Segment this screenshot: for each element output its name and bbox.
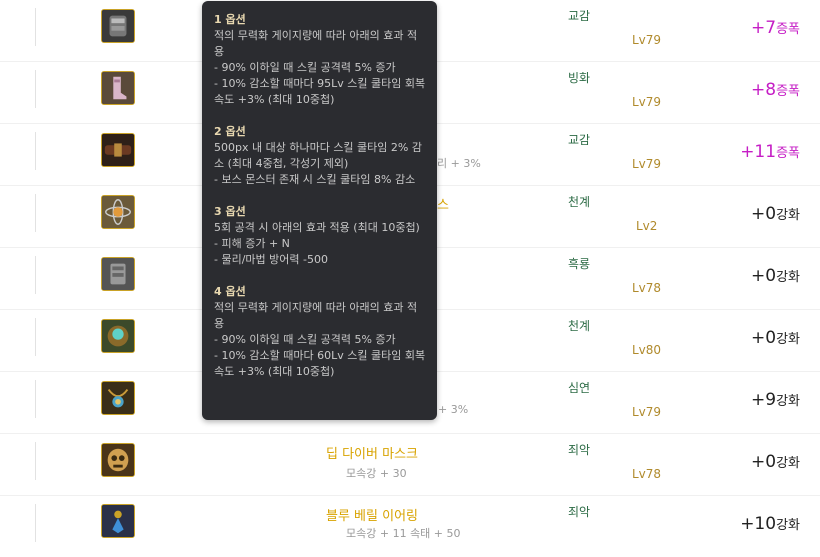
amplify-level: +11증폭 [740,142,800,162]
row-divider [35,380,36,418]
amplify-level: +8증폭 [751,80,800,100]
item-level: Lv79 [632,405,662,419]
item-level: Lv78 [632,281,662,295]
gem-necklace-icon[interactable] [101,381,135,415]
row-divider [35,194,36,232]
gem-bracelet-icon[interactable] [101,319,135,353]
amplify-level: +7증폭 [751,18,800,38]
row-divider [35,442,36,480]
item-level: Lv80 [632,343,662,357]
equipment-row[interactable]: 죄악 Lv78 +0강화 딥 다이버 마스크모속강 + 30 [0,434,820,495]
item-name[interactable]: 블루 베릴 이어링 [326,505,418,524]
row-divider [35,8,36,46]
reinforce-level: +0강화 [751,452,800,472]
enhance-unit: 증폭 [776,146,800,161]
option-title: 2 옵션 [214,125,246,138]
item-stat-partial: 스 [437,198,449,213]
row-divider [35,318,36,356]
item-stat: 모속강 + 11 속태 + 50 [346,527,461,540]
enhance-value: +0 [751,328,777,348]
set-name: 흑룡 [568,257,591,271]
row-divider [35,504,36,542]
tooltip-option: 3 옵션 5회 공격 시 아래의 효과 적용 (최대 10중첩) - 피해 증가 … [214,204,427,268]
tooltip-option: 2 옵션 500px 내 대상 하나마다 스킬 쿨타임 2% 감소 (최대 4중… [214,124,427,188]
set-name: 교감 [568,133,591,147]
item-stat-partial: 리 + 3% [437,157,481,170]
option-line: - 10% 감소할 때마다 95Lv 스킬 쿨타임 회복 속도 +3% (최대 … [214,77,426,106]
option-title: 4 옵션 [214,285,246,298]
item-name[interactable]: 딥 다이버 마스크 [326,443,418,462]
armor-icon[interactable] [101,9,135,43]
option-line: - 보스 몬스터 존재 시 스킬 쿨타임 8% 감소 [214,173,416,186]
item-level: Lv2 [636,219,658,233]
option-line: - 피해 증가 + N [214,237,290,250]
tooltip-option: 4 옵션 적의 무력화 게이지량에 따라 아래의 효과 적용 - 90% 이하일 … [214,284,427,380]
reinforce-level: +10강화 [740,514,800,534]
reinforce-level: +0강화 [751,328,800,348]
enhance-value: +8 [751,80,777,100]
set-option-tooltip: 1 옵션 적의 무력화 게이지량에 따라 아래의 효과 적용 - 90% 이하일 … [202,1,437,420]
row-divider [35,256,36,294]
enhance-unit: 강화 [776,208,800,223]
set-name: 천계 [568,195,591,209]
enhance-unit: 강화 [776,456,800,471]
belt-icon[interactable] [101,133,135,167]
atom-orb-icon[interactable] [101,195,135,229]
enhance-unit: 증폭 [776,22,800,37]
boots-icon[interactable] [101,71,135,105]
row-divider [35,70,36,108]
reinforce-level: +0강화 [751,266,800,286]
option-line: 500px 내 대상 하나마다 스킬 쿨타임 2% 감소 (최대 4중첩, 각성… [214,141,422,170]
enhance-value: +11 [740,142,777,162]
option-line: - 90% 이하일 때 스킬 공격력 5% 증가 [214,333,396,346]
item-stat: 모속강 + 30 [346,467,407,480]
tooltip-option: 1 옵션 적의 무력화 게이지량에 따라 아래의 효과 적용 - 90% 이하일 … [214,12,427,108]
enhance-value: +10 [740,514,777,534]
enhance-value: +7 [751,18,777,38]
option-line: - 10% 감소할 때마다 60Lv 스킬 쿨타임 회복 속도 +3% (최대 … [214,349,426,378]
set-name: 천계 [568,319,591,333]
set-name: 죄악 [568,505,591,519]
option-line: - 90% 이하일 때 스킬 공격력 5% 증가 [214,61,396,74]
option-line: 적의 무력화 게이지량에 따라 아래의 효과 적용 [214,29,418,58]
earring-icon[interactable] [101,504,135,538]
gauntlet-icon[interactable] [101,257,135,291]
equipment-row[interactable]: 죄악 +10강화 블루 베릴 이어링모속강 + 11 속태 + 50 [0,496,820,557]
mask-icon[interactable] [101,443,135,477]
enhance-value: +0 [751,452,777,472]
enhance-unit: 강화 [776,332,800,347]
set-name: 죄악 [568,443,591,457]
item-level: Lv79 [632,157,662,171]
item-stat-partial: + 3% [438,403,469,416]
row-divider [35,132,36,170]
set-name: 심연 [568,381,591,395]
enhance-unit: 강화 [776,518,800,533]
option-title: 1 옵션 [214,13,246,26]
option-line: - 물리/마법 방어력 -500 [214,253,328,266]
enhance-unit: 강화 [776,394,800,409]
reinforce-level: +9강화 [751,390,800,410]
set-name: 교감 [568,9,591,23]
item-level: Lv79 [632,95,662,109]
item-level: Lv79 [632,33,662,47]
reinforce-level: +0강화 [751,204,800,224]
item-level: Lv78 [632,467,662,481]
enhance-unit: 강화 [776,270,800,285]
set-name: 빙화 [568,71,591,85]
enhance-value: +0 [751,204,777,224]
option-line: 5회 공격 시 아래의 효과 적용 (최대 10중첩) [214,221,420,234]
option-title: 3 옵션 [214,205,246,218]
enhance-value: +0 [751,266,777,286]
enhance-value: +9 [751,390,777,410]
option-line: 적의 무력화 게이지량에 따라 아래의 효과 적용 [214,301,418,330]
enhance-unit: 증폭 [776,84,800,99]
